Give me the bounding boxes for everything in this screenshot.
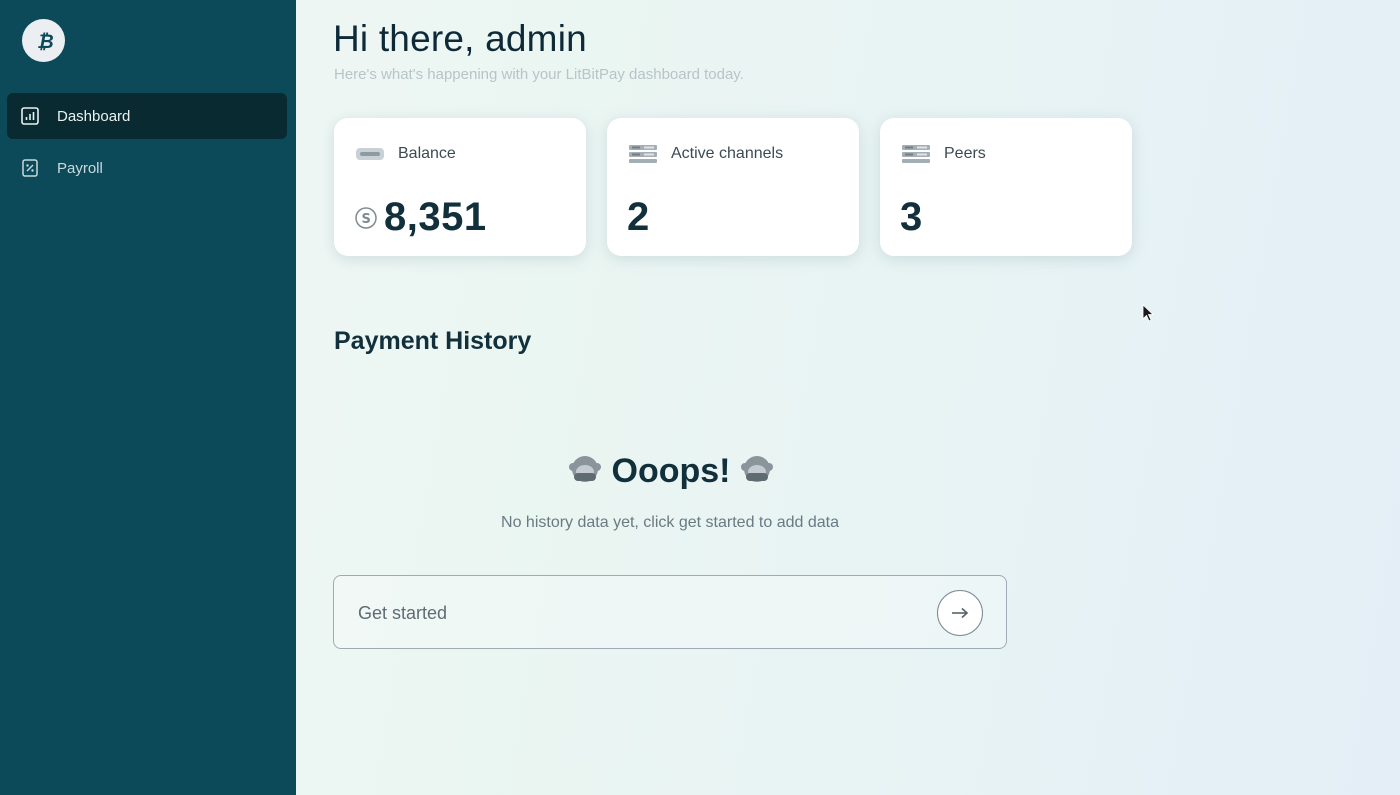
sidebar-item-label: Payroll xyxy=(57,159,103,177)
empty-state-heading: Ooops! xyxy=(611,451,731,490)
sidebar-item-payroll[interactable]: Payroll xyxy=(7,145,287,191)
server-icon xyxy=(627,143,659,165)
svg-text:S: S xyxy=(362,212,372,227)
page-subtitle: Here's what's happening with your LitBit… xyxy=(334,66,744,83)
balance-label: Balance xyxy=(398,145,456,162)
mouse-cursor-icon xyxy=(1142,304,1155,327)
empty-state-title: Ooops! xyxy=(566,450,776,492)
get-started-button[interactable]: Get started xyxy=(333,575,1007,649)
balance-value-row: S 8,351 xyxy=(354,195,487,240)
sidebar-item-label: Dashboard xyxy=(57,107,131,125)
dollar-icon: S xyxy=(354,206,378,230)
active-channels-value: 2 xyxy=(627,195,650,239)
empty-state-message: No history data yet, click get started t… xyxy=(501,514,839,531)
payment-history-title: Payment History xyxy=(334,327,532,355)
server-icon xyxy=(900,143,932,165)
active-channels-label: Active channels xyxy=(671,145,784,162)
get-started-label: Get started xyxy=(358,603,448,623)
bitcoin-logo-icon[interactable]: ₿ xyxy=(22,19,65,62)
svg-text:₿: ₿ xyxy=(37,31,54,53)
sidebar: ₿ Dashboard Payroll xyxy=(0,0,296,795)
monkey-emoji-icon xyxy=(740,452,774,491)
balance-card: Balance S 8,351 xyxy=(334,118,586,256)
wallet-icon xyxy=(354,143,386,165)
monkey-emoji-icon xyxy=(568,452,602,491)
chart-icon xyxy=(21,107,39,125)
peers-card: Peers 3 xyxy=(880,118,1132,256)
page-title: Hi there, admin xyxy=(333,18,587,59)
active-channels-card: Active channels 2 xyxy=(607,118,859,256)
arrow-right-icon[interactable] xyxy=(937,590,983,636)
balance-value: 8,351 xyxy=(384,195,487,239)
peers-label: Peers xyxy=(944,145,986,162)
peers-value: 3 xyxy=(900,195,923,239)
payroll-icon xyxy=(21,159,39,177)
sidebar-item-dashboard[interactable]: Dashboard xyxy=(7,93,287,139)
